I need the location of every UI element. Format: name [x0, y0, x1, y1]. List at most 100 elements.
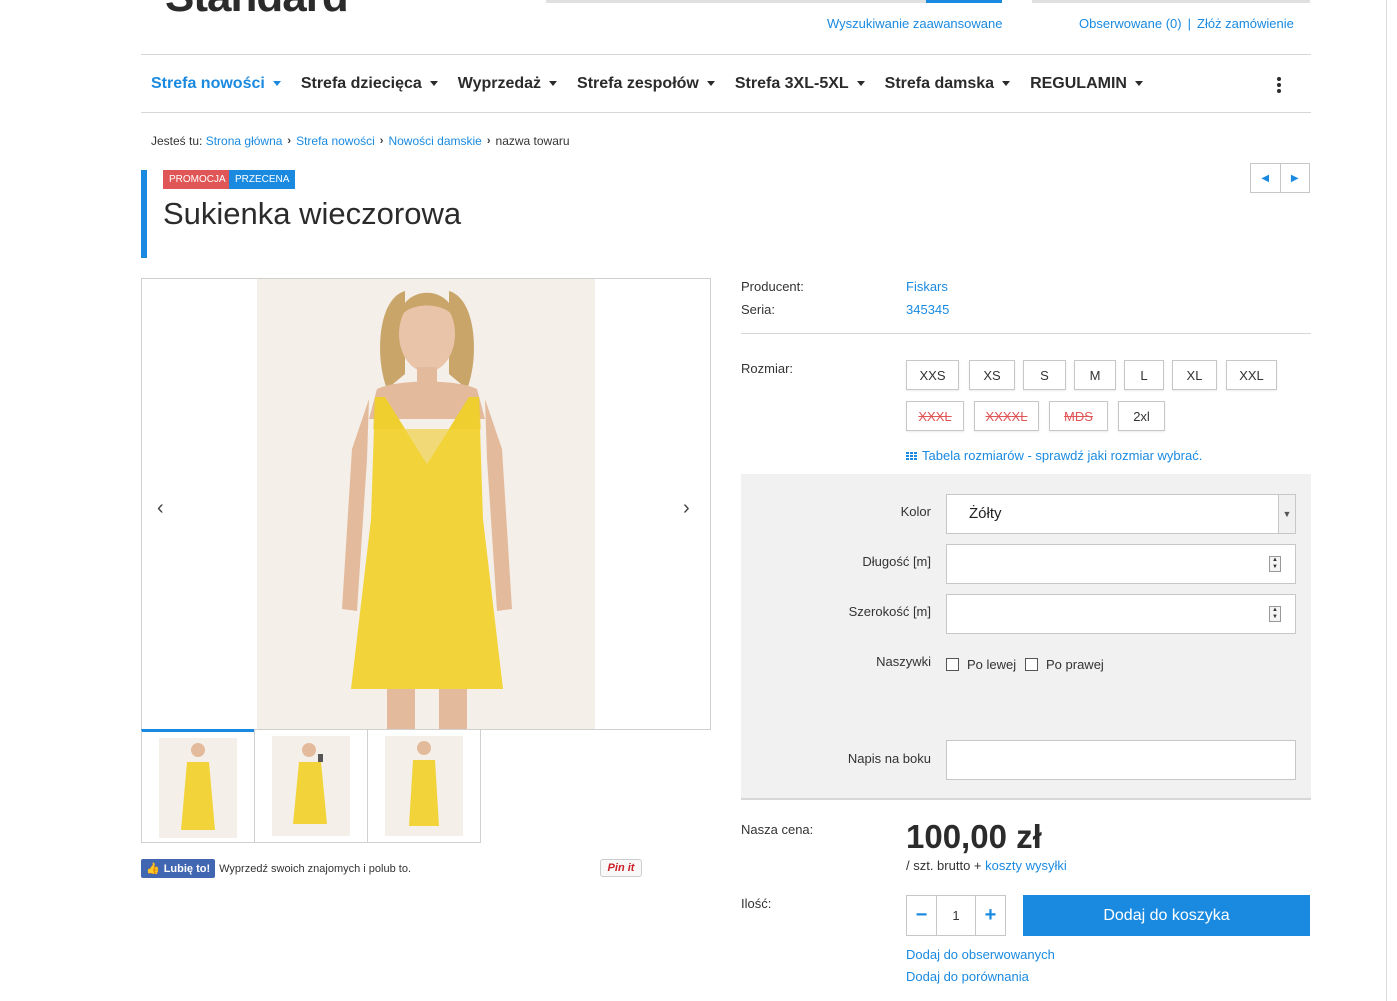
account-box[interactable] — [1032, 0, 1310, 3]
color-select[interactable]: Żółty ▼ — [946, 494, 1296, 534]
dress-illustration — [257, 279, 595, 729]
place-order-link[interactable]: Złóż zamówienie — [1197, 16, 1294, 31]
menu-item-women[interactable]: Strefa damska — [875, 75, 1020, 93]
add-to-compare-link[interactable]: Dodaj do porównania — [906, 969, 1029, 984]
product-nav: ◀ ▶ — [1250, 163, 1310, 193]
width-label: Szerokość [m] — [848, 604, 931, 619]
price-unit: / szt. brutto + — [906, 858, 982, 873]
thumbnail-1[interactable] — [141, 729, 255, 843]
size-option[interactable]: XL — [1172, 360, 1217, 390]
size-label: Rozmiar: — [741, 361, 794, 376]
search-bar[interactable] — [546, 0, 1002, 3]
patches-label: Naszywki — [876, 654, 931, 669]
size-option[interactable]: XXL — [1226, 360, 1277, 390]
facebook-like: 👍 Lubię to! Wyprzedź swoich znajomych i p… — [141, 859, 411, 878]
length-input[interactable]: ▲ ▼ — [946, 544, 1296, 584]
size-option[interactable]: XXS — [906, 360, 959, 390]
color-label: Kolor — [900, 504, 931, 519]
main-product-image[interactable] — [257, 279, 595, 729]
gallery-next-icon[interactable]: › — [683, 497, 690, 520]
add-to-observed-link[interactable]: Dodaj do obserwowanych — [906, 947, 1055, 962]
table-icon — [906, 451, 917, 460]
breadcrumb-new-women[interactable]: Nowości damskie — [388, 134, 481, 148]
quantity-stepper: − 1 + — [906, 895, 1006, 936]
like-label: Lubię to! — [163, 862, 211, 875]
menu-item-label: REGULAMIN — [1030, 74, 1127, 92]
patch-left-checkbox[interactable]: Po lewej — [946, 657, 1016, 672]
minus-icon[interactable]: − — [907, 896, 937, 935]
plus-icon[interactable]: + — [975, 896, 1005, 935]
thumbnail-2[interactable] — [254, 729, 368, 843]
width-input[interactable]: ▲ ▼ — [946, 594, 1296, 634]
menu-item-label: Strefa zespołów — [577, 74, 699, 92]
next-product-icon[interactable]: ▶ — [1281, 164, 1310, 192]
menu-item-sale[interactable]: Wyprzedaż — [448, 75, 567, 93]
store-logo[interactable]: Standard — [165, 0, 349, 22]
size-option-unavailable: XXXL — [906, 401, 964, 431]
quantity-input[interactable]: 1 — [937, 896, 975, 935]
size-option[interactable]: XS — [969, 360, 1015, 390]
patch-right-checkbox[interactable]: Po prawej — [1025, 657, 1104, 672]
facebook-like-button[interactable]: 👍 Lubię to! — [141, 859, 216, 878]
more-menu-icon[interactable] — [1277, 77, 1281, 95]
menu-divider — [141, 112, 1311, 113]
size-table-link[interactable]: Tabela rozmiarów - sprawdź jaki rozmiar … — [906, 448, 1202, 463]
menu-item-label: Wyprzedaż — [457, 74, 542, 92]
menu-item-new[interactable]: Strefa nowości — [141, 75, 291, 93]
details-divider — [741, 333, 1311, 334]
price-subtext: / szt. brutto + koszty wysyłki — [906, 858, 1067, 873]
like-text: Wyprzedź swoich znajomych i polub to. — [219, 862, 412, 875]
product-gallery: ‹ › — [141, 278, 711, 730]
menu-item-kids[interactable]: Strefa dziecięca — [291, 75, 448, 93]
shipping-costs-link[interactable]: koszty wysyłki — [985, 858, 1067, 873]
size-option[interactable]: L — [1124, 360, 1164, 390]
chevron-right-icon: › — [287, 135, 292, 147]
caret-down-icon — [1002, 81, 1011, 86]
size-option[interactable]: S — [1023, 360, 1066, 390]
producer-link[interactable]: Fiskars — [906, 279, 948, 294]
caret-down-icon — [706, 81, 715, 86]
search-button-accent[interactable] — [926, 0, 1002, 3]
quantity-label: Ilość: — [741, 896, 772, 911]
breadcrumb-prefix: Jesteś tu: — [151, 134, 203, 148]
observed-link[interactable]: Obserwowane (0) — [1079, 16, 1182, 31]
prev-product-icon[interactable]: ◀ — [1251, 164, 1281, 192]
chevron-right-icon: › — [486, 135, 491, 147]
chevron-right-icon: › — [379, 135, 384, 147]
checkbox-icon[interactable] — [946, 658, 959, 671]
caret-down-icon — [429, 81, 438, 86]
product-title: Sukienka wieczorowa — [163, 196, 462, 231]
series-label: Seria: — [741, 302, 775, 317]
gallery-prev-icon[interactable]: ‹ — [157, 497, 164, 520]
series-link[interactable]: 345345 — [906, 302, 949, 317]
menu-item-label: Strefa nowości — [151, 74, 265, 92]
menu-item-terms[interactable]: REGULAMIN — [1020, 75, 1153, 93]
size-option[interactable]: M — [1074, 360, 1116, 390]
side-text-input[interactable] — [946, 740, 1296, 780]
checkbox-icon[interactable] — [1025, 658, 1038, 671]
size-option[interactable]: 2xl — [1118, 401, 1165, 431]
thumbs-up-icon: 👍 — [146, 863, 160, 875]
caret-down-icon — [272, 81, 281, 86]
menu-item-plus-size[interactable]: Strefa 3XL-5XL — [725, 75, 875, 93]
breadcrumb-new[interactable]: Strefa nowości — [296, 134, 375, 148]
chevron-down-icon[interactable]: ▼ — [1278, 495, 1295, 533]
breadcrumb-home[interactable]: Strona główna — [206, 134, 283, 148]
gallery-thumbnails — [141, 729, 481, 843]
number-spinner-icon[interactable]: ▲ ▼ — [1269, 556, 1281, 572]
length-label: Długość [m] — [862, 554, 931, 569]
pinterest-button[interactable]: Pin it — [600, 859, 642, 877]
price-label: Nasza cena: — [741, 822, 814, 837]
menu-item-teams[interactable]: Strefa zespołów — [567, 75, 725, 93]
top-links-separator: | — [1187, 16, 1191, 31]
price-value: 100,00 zł — [906, 818, 1042, 855]
top-links: Obserwowane (0) | Złóż zamówienie — [1079, 16, 1294, 31]
number-spinner-icon[interactable]: ▲ ▼ — [1269, 606, 1281, 622]
menu-item-label: Strefa dziecięca — [300, 74, 422, 92]
product-options-panel: Kolor Żółty ▼ Długość [m] ▲ ▼ Szerokość [… — [741, 474, 1311, 800]
size-option-unavailable: XXXXL — [974, 401, 1039, 431]
advanced-search-link[interactable]: Wyszukiwanie zaawansowane — [827, 16, 1002, 31]
add-to-cart-button[interactable]: Dodaj do koszyka — [1023, 895, 1310, 936]
thumbnail-3[interactable] — [367, 729, 481, 843]
breadcrumb: Jesteś tu: Strona główna › Strefa nowości… — [151, 134, 570, 148]
